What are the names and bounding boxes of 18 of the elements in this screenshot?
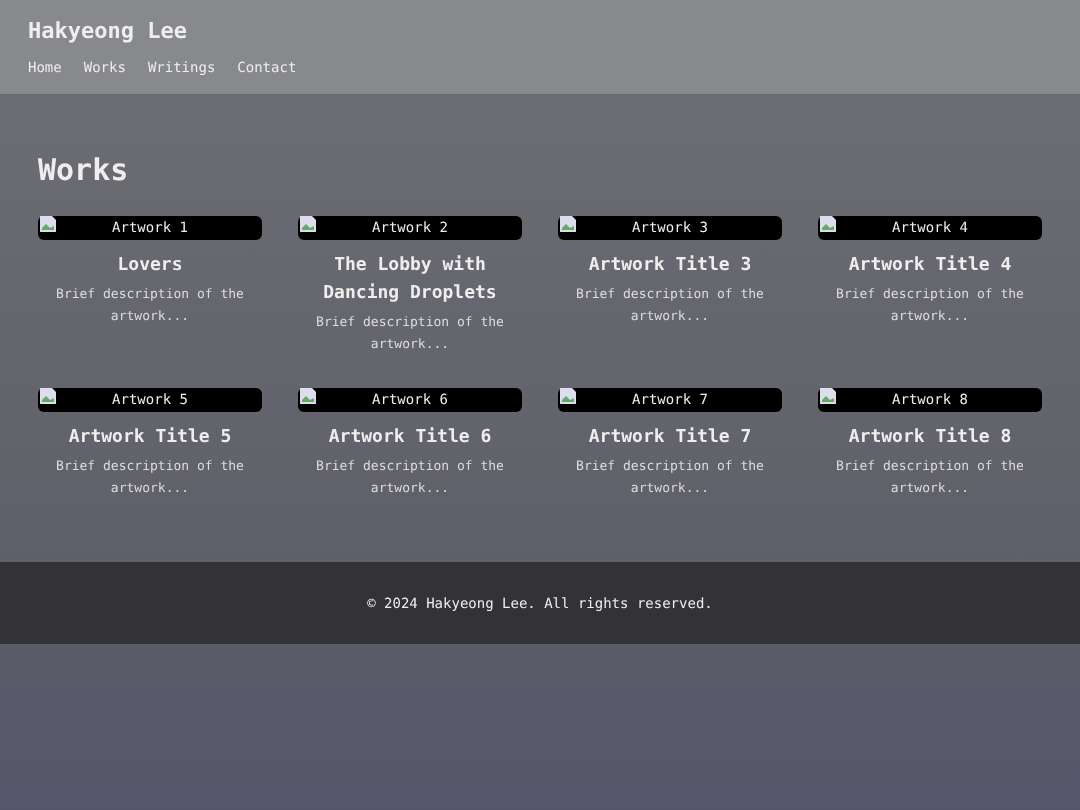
section-title: Works (38, 152, 131, 188)
artwork-title: Artwork Title 5 (68, 425, 232, 452)
broken-image-icon (820, 388, 836, 404)
broken-image-icon (560, 388, 576, 404)
artwork-title: Artwork Title 6 (328, 425, 492, 452)
broken-image-icon (300, 216, 316, 232)
broken-image-icon (820, 216, 836, 232)
site-title[interactable]: Hakyeong Lee (28, 18, 1052, 44)
artwork-title: Artwork Title 4 (848, 253, 1012, 280)
artwork-title: Artwork Title 7 (588, 425, 752, 452)
broken-image-icon (560, 216, 576, 232)
artwork-title: Artwork Title 3 (588, 253, 752, 280)
broken-image-icon (40, 388, 56, 404)
artwork-title: Artwork Title 8 (848, 425, 1012, 452)
broken-image-icon (40, 216, 56, 232)
broken-image-icon (300, 388, 316, 404)
artwork-title: Lovers (117, 254, 183, 280)
artwork-title: The Lobby with Dancing Droplets (321, 253, 499, 308)
